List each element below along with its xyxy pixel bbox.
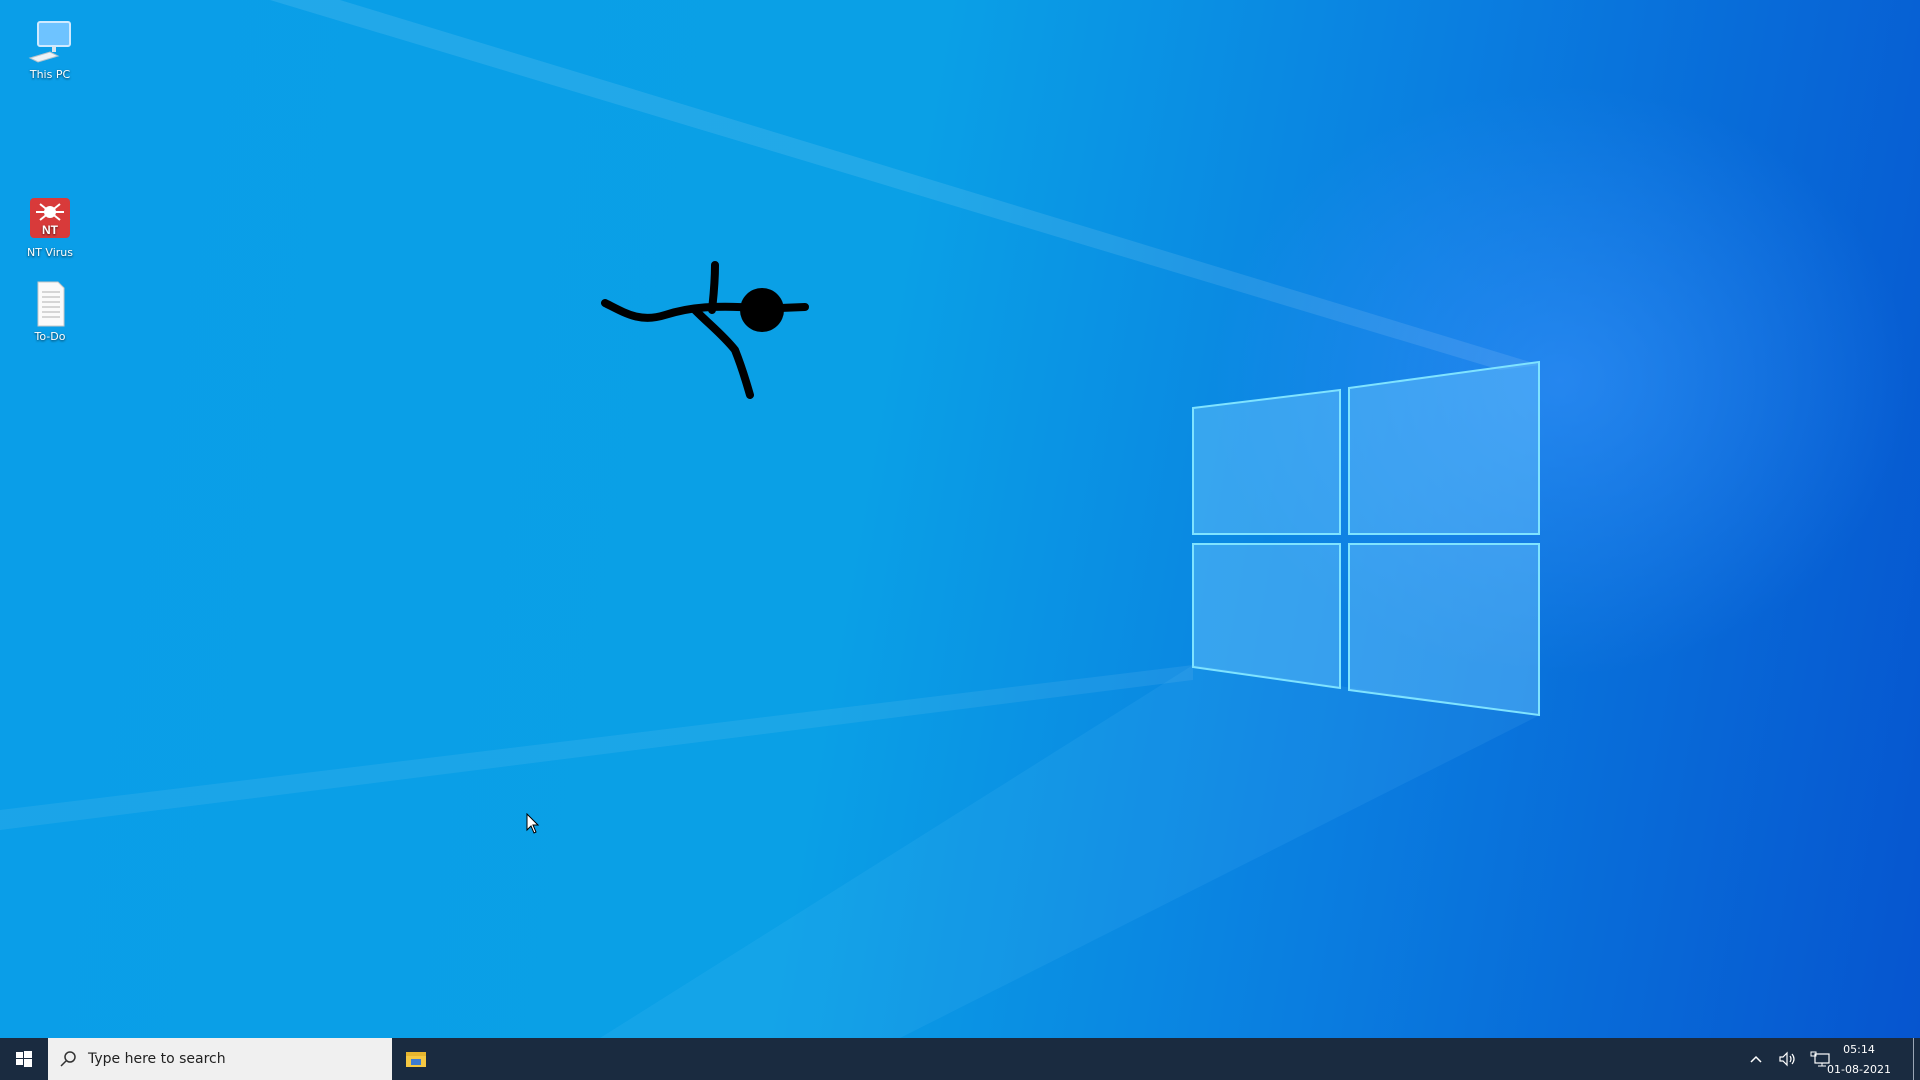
clock-date: 01-08-2021 <box>1827 1063 1891 1076</box>
text-file-icon <box>26 280 74 328</box>
show-desktop-button[interactable] <box>1913 1038 1920 1080</box>
desktop-icon-this-pc[interactable]: This PC <box>12 18 88 81</box>
search-icon <box>60 1051 76 1067</box>
search-placeholder: Type here to search <box>88 1051 226 1067</box>
windows-icon <box>16 1051 32 1067</box>
desktop-icon-to-do[interactable]: To-Do <box>12 280 88 343</box>
tray-overflow-button[interactable] <box>1744 1038 1768 1080</box>
mouse-cursor <box>526 813 540 834</box>
desktop-icon-nt-virus[interactable]: NT NT Virus <box>12 196 88 259</box>
search-box[interactable]: Type here to search <box>48 1038 392 1080</box>
nt-badge: NT <box>42 223 59 237</box>
spider-icon: NT <box>26 196 74 244</box>
start-button[interactable] <box>0 1038 48 1080</box>
clock[interactable]: 05:14 01-08-2021 <box>1824 1040 1894 1080</box>
desktop-icon-label: NT Virus <box>26 246 73 259</box>
taskbar-file-explorer[interactable] <box>392 1038 440 1080</box>
taskbar: Type here to search 05:14 01-08-2021 <box>0 1038 1920 1080</box>
wallpaper-beams <box>0 0 1540 1038</box>
clock-time: 05:14 <box>1843 1043 1875 1056</box>
chevron-up-icon <box>1750 1055 1762 1063</box>
stick-figure <box>601 261 809 399</box>
volume-button[interactable] <box>1776 1038 1800 1080</box>
windows-logo-wallpaper <box>1192 360 1540 717</box>
speaker-icon <box>1779 1051 1795 1067</box>
desktop-icon-label: To-Do <box>34 330 66 343</box>
desktop: This PC NT NT Virus To-Do <box>0 0 1920 1038</box>
folder-icon <box>406 1052 426 1067</box>
computer-icon <box>26 18 74 66</box>
desktop-icon-label: This PC <box>29 68 71 81</box>
